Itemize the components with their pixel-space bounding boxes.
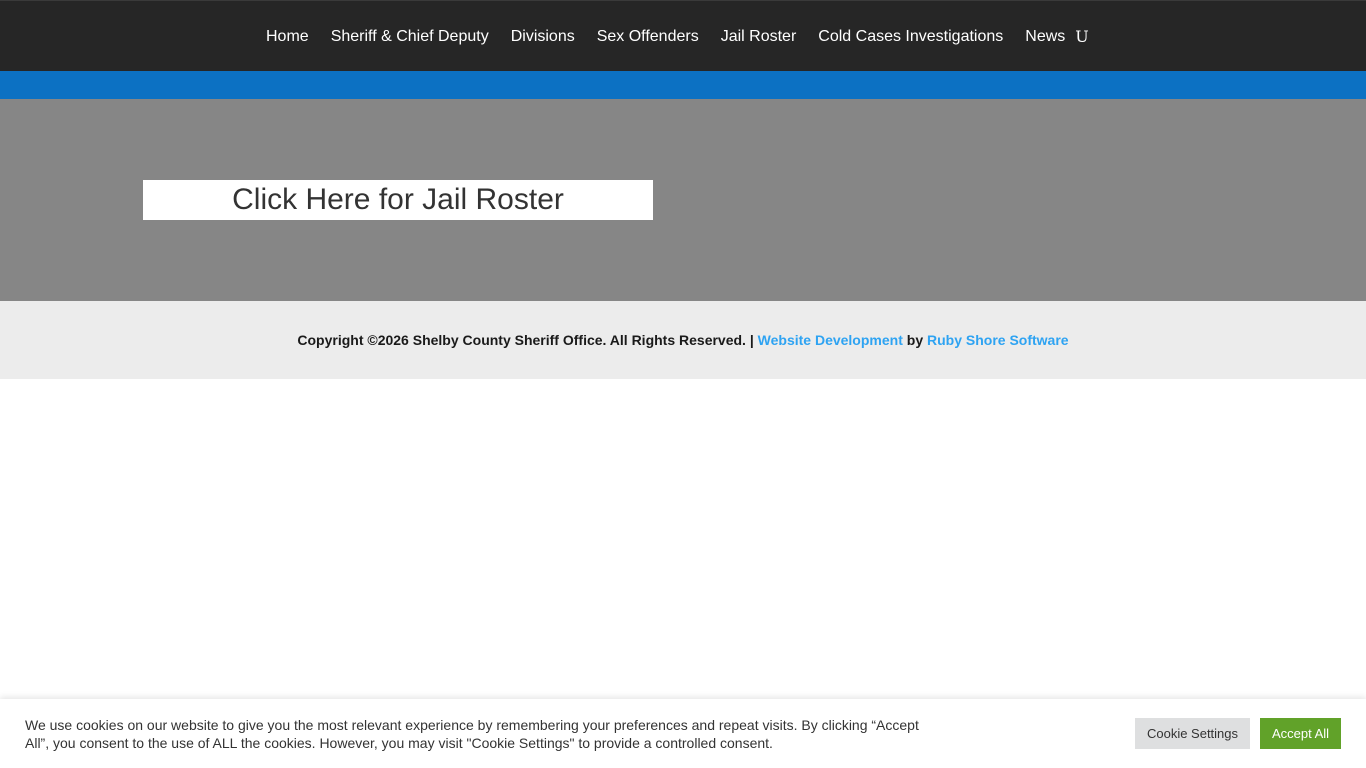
hero-section: Click Here for Jail Roster (0, 99, 1366, 301)
copyright-text: Copyright ©2026 Shelby County Sheriff Of… (297, 332, 758, 348)
top-navigation-bar: Home Sheriff & Chief Deputy Divisions Se… (0, 0, 1366, 71)
nav-item-home[interactable]: Home (266, 26, 309, 48)
site-footer: Copyright ©2026 Shelby County Sheriff Of… (0, 301, 1366, 379)
jail-roster-box: Click Here for Jail Roster (143, 180, 653, 220)
ruby-shore-software-link[interactable]: Ruby Shore Software (927, 332, 1069, 348)
nav-item-sheriff-chief-deputy[interactable]: Sheriff & Chief Deputy (331, 26, 489, 48)
nav-item-divisions[interactable]: Divisions (511, 26, 575, 48)
main-menu: Home Sheriff & Chief Deputy Divisions Se… (266, 25, 1089, 49)
nav-item-news[interactable]: News (1025, 26, 1065, 48)
cookie-message: We use cookies on our website to give yo… (25, 717, 919, 751)
cookie-consent-bar: We use cookies on our website to give yo… (0, 699, 1366, 768)
cookie-settings-button[interactable]: Cookie Settings (1135, 718, 1250, 749)
footer-credits: Copyright ©2026 Shelby County Sheriff Of… (297, 332, 1068, 348)
nav-item-jail-roster[interactable]: Jail Roster (721, 26, 797, 48)
jail-roster-link[interactable]: Click Here for Jail Roster (232, 185, 564, 215)
accent-band (0, 71, 1366, 99)
dropdown-chevron-icon[interactable]: U (1075, 26, 1088, 48)
accept-all-button[interactable]: Accept All (1260, 718, 1341, 749)
nav-item-sex-offenders[interactable]: Sex Offenders (597, 26, 699, 48)
by-text: by (902, 332, 927, 348)
nav-item-cold-cases[interactable]: Cold Cases Investigations (818, 26, 1003, 48)
website-development-link[interactable]: Website Development (758, 332, 903, 348)
